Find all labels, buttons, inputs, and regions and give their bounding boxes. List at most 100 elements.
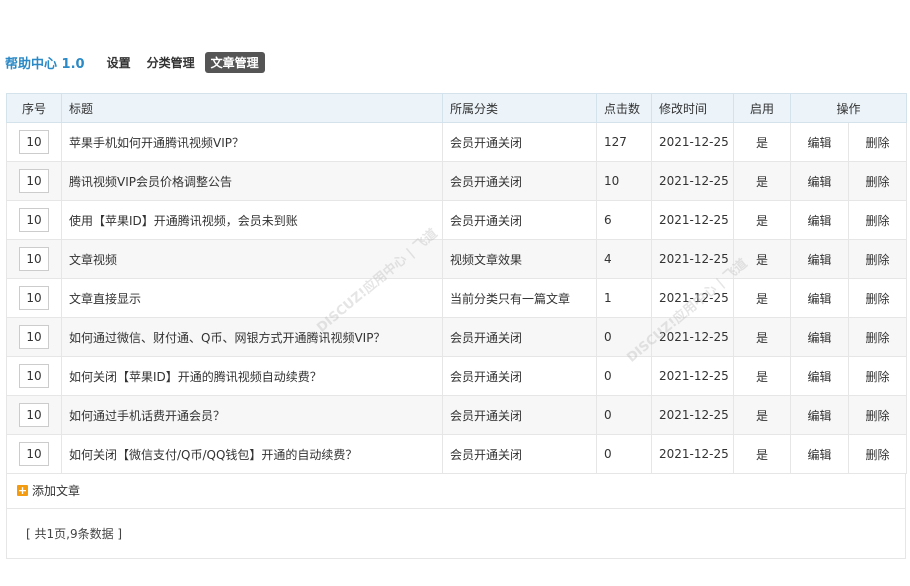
date-cell: 2021-12-25: [651, 317, 734, 357]
delete-link[interactable]: 删除: [847, 122, 908, 162]
edit-link[interactable]: 编辑: [790, 356, 849, 396]
enabled-cell[interactable]: 是: [733, 395, 791, 435]
nav-article-manage[interactable]: 文章管理: [204, 51, 265, 73]
date-cell: 2021-12-25: [651, 278, 734, 318]
clicks-cell: 0: [596, 356, 652, 396]
date-cell: 2021-12-25: [651, 161, 734, 201]
seq-cell: [6, 278, 62, 318]
title-cell: 如何通过手机话费开通会员？: [61, 395, 443, 435]
seq-input[interactable]: [19, 169, 49, 193]
plus-icon[interactable]: +: [17, 485, 28, 496]
edit-link[interactable]: 编辑: [790, 395, 849, 435]
date-cell: 2021-12-25: [651, 122, 734, 162]
enabled-cell[interactable]: 是: [733, 239, 791, 279]
category-cell: 会员开通关闭: [442, 356, 597, 396]
clicks-cell: 6: [596, 200, 652, 240]
enabled-cell[interactable]: 是: [733, 278, 791, 318]
date-cell: 2021-12-25: [651, 356, 734, 396]
delete-link[interactable]: 删除: [847, 278, 908, 318]
article-table: 序号 标题 所属分类 点击数 修改时间 启用 操作 苹果手机如何开通腾讯视频VI…: [6, 93, 908, 474]
clicks-cell: 0: [596, 434, 652, 474]
category-cell: 当前分类只有一篇文章: [442, 278, 597, 318]
seq-input[interactable]: [19, 208, 49, 232]
seq-input[interactable]: [19, 325, 49, 349]
delete-link[interactable]: 删除: [847, 317, 908, 357]
table-row: 如何关闭【微信支付/Q币/QQ钱包】开通的自动续费？会员开通关闭02021-12…: [6, 434, 908, 474]
seq-cell: [6, 161, 62, 201]
clicks-cell: 0: [596, 395, 652, 435]
category-cell: 会员开通关闭: [442, 395, 597, 435]
seq-input[interactable]: [19, 403, 49, 427]
table-row: 苹果手机如何开通腾讯视频VIP？会员开通关闭1272021-12-25是编辑删除: [6, 122, 908, 162]
title-cell: 腾讯视频VIP会员价格调整公告: [61, 161, 443, 201]
delete-link[interactable]: 删除: [847, 239, 908, 279]
delete-link[interactable]: 删除: [847, 434, 908, 474]
delete-link[interactable]: 删除: [847, 395, 908, 435]
seq-input[interactable]: [19, 442, 49, 466]
clicks-cell: 1: [596, 278, 652, 318]
edit-link[interactable]: 编辑: [790, 200, 849, 240]
col-category: 所属分类: [442, 93, 597, 123]
category-cell: 会员开通关闭: [442, 161, 597, 201]
edit-link[interactable]: 编辑: [790, 161, 849, 201]
col-enabled: 启用: [733, 93, 791, 123]
category-cell: 会员开通关闭: [442, 200, 597, 240]
enabled-cell[interactable]: 是: [733, 200, 791, 240]
table-row: 使用【苹果ID】开通腾讯视频，会员未到账会员开通关闭62021-12-25是编辑…: [6, 200, 908, 240]
date-cell: 2021-12-25: [651, 239, 734, 279]
enabled-cell[interactable]: 是: [733, 122, 791, 162]
col-title: 标题: [61, 93, 443, 123]
category-cell: 视频文章效果: [442, 239, 597, 279]
edit-link[interactable]: 编辑: [790, 122, 849, 162]
edit-link[interactable]: 编辑: [790, 434, 849, 474]
enabled-cell[interactable]: 是: [733, 434, 791, 474]
clicks-cell: 4: [596, 239, 652, 279]
col-actions: 操作: [789, 93, 908, 123]
date-cell: 2021-12-25: [651, 395, 734, 435]
nav-settings[interactable]: 设置: [107, 54, 131, 71]
seq-input[interactable]: [19, 364, 49, 388]
seq-cell: [6, 356, 62, 396]
title-cell: 如何通过微信、财付通、Q币、网银方式开通腾讯视频VIP？: [61, 317, 443, 357]
seq-input[interactable]: [19, 247, 49, 271]
seq-cell: [6, 239, 62, 279]
delete-link[interactable]: 删除: [847, 200, 908, 240]
seq-cell: [6, 317, 62, 357]
category-cell: 会员开通关闭: [442, 317, 597, 357]
enabled-cell[interactable]: 是: [733, 356, 791, 396]
seq-input[interactable]: [19, 286, 49, 310]
col-seq: 序号: [6, 93, 62, 123]
category-cell: 会员开通关闭: [442, 122, 597, 162]
title-cell: 如何关闭【微信支付/Q币/QQ钱包】开通的自动续费？: [61, 434, 443, 474]
top-nav: 帮助中心 1.0 设置 分类管理 文章管理: [5, 51, 281, 73]
edit-link[interactable]: 编辑: [790, 239, 849, 279]
delete-link[interactable]: 删除: [847, 356, 908, 396]
title-cell: 如何关闭【苹果ID】开通的腾讯视频自动续费？: [61, 356, 443, 396]
add-article-row: + 添加文章: [6, 473, 906, 509]
col-date: 修改时间: [651, 93, 734, 123]
date-cell: 2021-12-25: [651, 200, 734, 240]
table-row: 文章视频视频文章效果42021-12-25是编辑删除: [6, 239, 908, 279]
table-row: 如何关闭【苹果ID】开通的腾讯视频自动续费？会员开通关闭02021-12-25是…: [6, 356, 908, 396]
nav-category-manage[interactable]: 分类管理: [147, 54, 195, 71]
add-article-button[interactable]: 添加文章: [32, 482, 80, 499]
seq-cell: [6, 122, 62, 162]
clicks-cell: 127: [596, 122, 652, 162]
category-cell: 会员开通关闭: [442, 434, 597, 474]
clicks-cell: 0: [596, 317, 652, 357]
edit-link[interactable]: 编辑: [790, 317, 849, 357]
title-cell: 使用【苹果ID】开通腾讯视频，会员未到账: [61, 200, 443, 240]
table-row: 文章直接显示当前分类只有一篇文章12021-12-25是编辑删除: [6, 278, 908, 318]
delete-link[interactable]: 删除: [847, 161, 908, 201]
title-cell: 文章直接显示: [61, 278, 443, 318]
title-cell: 文章视频: [61, 239, 443, 279]
seq-input[interactable]: [19, 130, 49, 154]
enabled-cell[interactable]: 是: [733, 161, 791, 201]
seq-cell: [6, 434, 62, 474]
table-header: 序号 标题 所属分类 点击数 修改时间 启用 操作: [6, 93, 908, 123]
seq-cell: [6, 200, 62, 240]
table-row: 如何通过手机话费开通会员？会员开通关闭02021-12-25是编辑删除: [6, 395, 908, 435]
enabled-cell[interactable]: 是: [733, 317, 791, 357]
col-clicks: 点击数: [596, 93, 652, 123]
edit-link[interactable]: 编辑: [790, 278, 849, 318]
